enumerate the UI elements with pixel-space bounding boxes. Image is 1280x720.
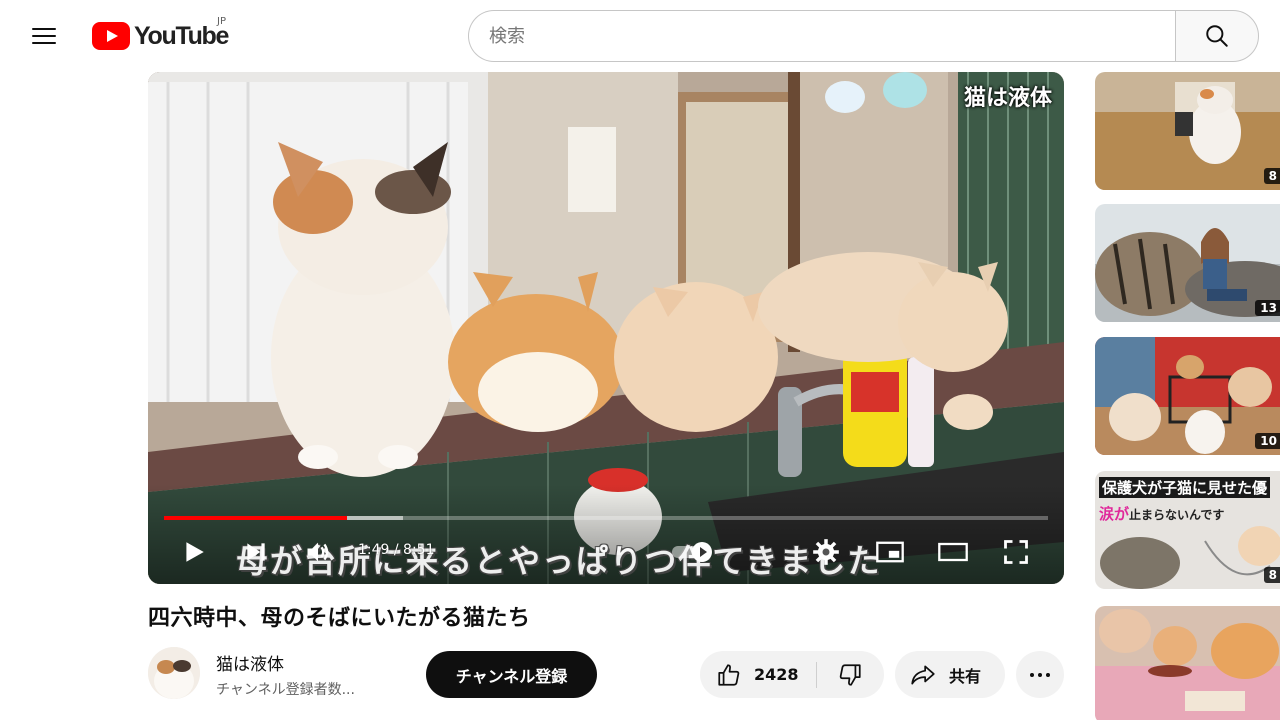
video-duration: 8 [1263,567,1280,583]
thumbnail-overlay-highlight: 涙が [1099,505,1130,523]
like-count: 2428 [754,665,799,684]
more-dot-icon [1046,672,1050,677]
autoplay-toggle[interactable] [672,542,712,562]
thumbs-down-icon [839,663,861,686]
search-button[interactable] [1175,10,1259,62]
thumbnail-overlay-rest: 止まらないんです [1129,508,1225,522]
theater-mode-button[interactable] [934,534,972,570]
logo-text: YouTube [134,21,229,50]
search-box[interactable] [468,10,1176,62]
youtube-play-icon [92,22,130,50]
related-video-thumbnail[interactable]: 保護犬が子猫に見せた優 涙が止まらないんです 8 [1095,471,1280,589]
related-video-thumbnail[interactable]: 13 [1095,204,1280,322]
channel-avatar[interactable] [148,647,200,699]
video-title: 四六時中、母のそばにいたがる猫たち [148,606,531,631]
dislike-button[interactable] [817,651,883,698]
mute-button[interactable] [298,534,338,570]
miniplayer-icon [876,541,904,563]
region-code: JP [217,16,226,27]
progress-played [164,516,347,520]
subscribe-button[interactable]: チャンネル登録 [426,651,597,698]
play-icon [186,542,204,562]
channel-name[interactable]: 猫は液体 [216,650,284,675]
autoplay-play-icon [692,542,712,562]
related-video-thumbnail[interactable] [1095,606,1280,720]
thumbnail-overlay-title: 保護犬が子猫に見せた優 [1099,477,1271,498]
thumbnail-overlay-subtitle: 涙が止まらないんです [1099,503,1224,524]
more-dot-icon [1038,672,1042,677]
masthead: YouTube JP [0,0,1280,70]
fullscreen-button[interactable] [998,534,1034,570]
theater-mode-icon [938,542,968,562]
gear-icon [813,539,839,565]
play-button[interactable] [176,534,212,570]
hamburger-menu-icon[interactable] [24,16,64,56]
related-video-thumbnail[interactable]: 10 [1095,337,1280,455]
miniplayer-button[interactable] [872,534,908,570]
next-icon [247,543,265,561]
related-video-thumbnail[interactable]: 8 [1095,72,1280,190]
time-display: 1:49 / 8:51 [358,542,435,558]
like-dislike-group: 2428 [700,651,884,698]
settings-button[interactable] [808,534,844,570]
like-button[interactable]: 2428 [700,651,816,698]
video-player[interactable]: 猫は液体 母が台所に来るとやっぱりつ伴てきました 1:49 / 8:51 [148,72,1064,584]
youtube-logo[interactable]: YouTube [92,20,229,52]
search-input[interactable] [469,11,1176,61]
volume-icon [307,542,329,562]
search-icon [1206,25,1228,47]
more-dot-icon [1030,672,1034,677]
video-duration: 13 [1255,300,1280,316]
share-label: 共有 [949,666,982,686]
subscriber-count: チャンネル登録者数... [216,682,355,698]
video-watermark: 猫は液体 [963,86,1052,111]
progress-bar[interactable] [164,516,1048,520]
share-button[interactable]: 共有 [895,651,1005,698]
thumbs-up-icon [718,663,740,686]
video-duration: 8 [1263,168,1280,184]
next-button[interactable] [238,534,274,570]
share-arrow-icon [911,665,935,684]
fullscreen-icon [1004,540,1028,564]
more-actions-button[interactable] [1016,651,1064,698]
video-duration: 10 [1255,433,1280,449]
